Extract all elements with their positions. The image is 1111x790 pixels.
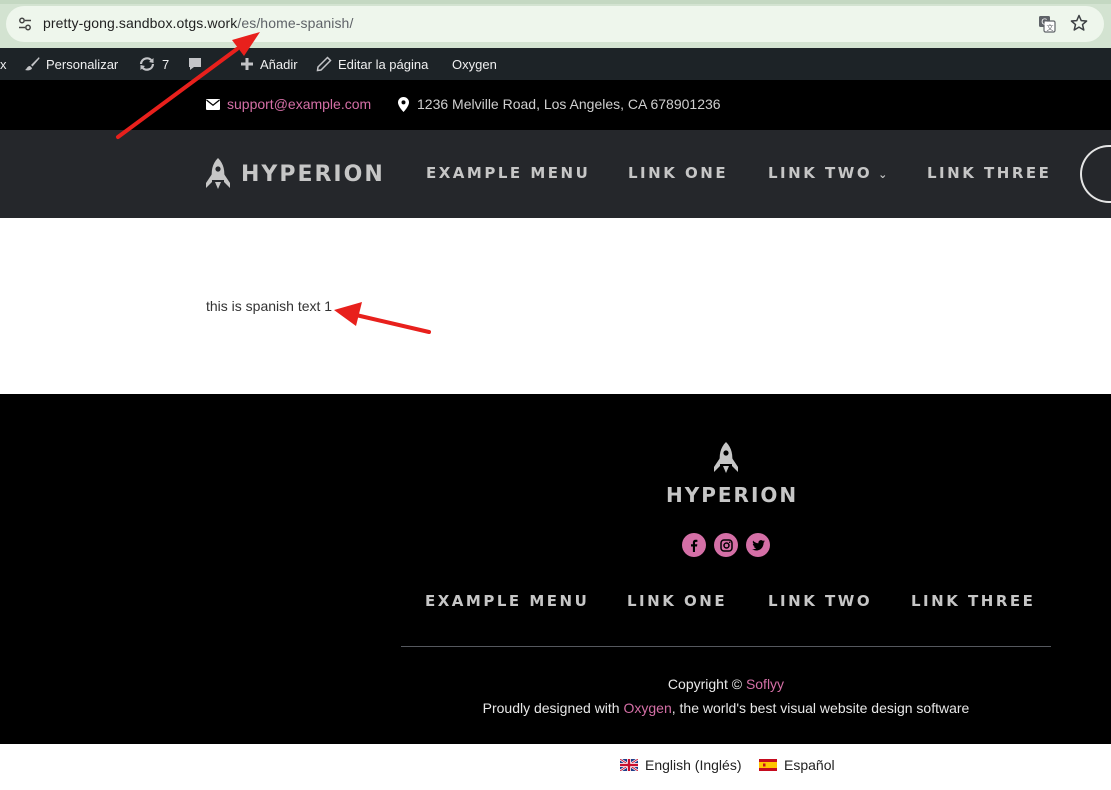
top-info-bar: support@example.com 1236 Melville Road, … xyxy=(0,80,1111,130)
contact-email: support@example.com xyxy=(206,96,371,112)
customize-label: Personalizar xyxy=(46,56,119,72)
browser-toolbar: pretty-gong.sandbox.otgs.work/es/home-sp… xyxy=(0,0,1111,48)
main-nav: EXAMPLE MENU LINK ONE LINK TWO ⌄ LINK THR… xyxy=(426,164,1051,182)
language-switcher: English (Inglés) Español xyxy=(0,744,1111,790)
english-label: English (Inglés) xyxy=(645,757,742,773)
soflyy-link[interactable]: Soflyy xyxy=(746,676,784,692)
footer-nav-link-three[interactable]: LINK THREE xyxy=(911,592,1035,610)
nav-link-two[interactable]: LINK TWO ⌄ xyxy=(768,164,927,182)
url-host: pretty-gong.sandbox.otgs.work xyxy=(43,15,238,31)
twitter-icon[interactable] xyxy=(746,533,770,557)
footer-nav-example-menu[interactable]: EXAMPLE MENU xyxy=(425,592,627,610)
updates-icon xyxy=(139,57,155,71)
chevron-down-icon: ⌄ xyxy=(878,168,888,181)
pencil-icon xyxy=(316,56,332,72)
add-new-menu-item[interactable]: Añadir xyxy=(240,48,298,80)
logo-text: HYPERION xyxy=(241,161,385,187)
nav-link-three[interactable]: LINK THREE xyxy=(927,164,1051,182)
bookmark-star-icon[interactable] xyxy=(1070,14,1088,32)
site-footer: HYPERION EXAMPLE MENU LINK ONE LINK TWO … xyxy=(0,394,1111,744)
copyright-prefix: Copyright © xyxy=(667,676,746,692)
email-link[interactable]: support@example.com xyxy=(227,96,371,112)
nav-example-menu[interactable]: EXAMPLE MENU xyxy=(426,164,628,182)
footer-nav-link-two[interactable]: LINK TWO xyxy=(768,592,911,610)
map-pin-icon xyxy=(398,96,409,112)
address-text: 1236 Melville Road, Los Angeles, CA 6789… xyxy=(417,96,721,112)
spanish-label: Español xyxy=(784,757,835,773)
address-bar[interactable]: pretty-gong.sandbox.otgs.work/es/home-sp… xyxy=(6,6,1104,42)
rocket-icon xyxy=(206,158,230,189)
site-header: HYPERION EXAMPLE MENU LINK ONE LINK TWO ⌄… xyxy=(0,130,1111,218)
language-spanish[interactable]: Español xyxy=(759,757,835,773)
footer-nav-link-one[interactable]: LINK ONE xyxy=(627,592,768,610)
envelope-icon xyxy=(206,98,220,110)
copyright-text: Copyright © Soflyy xyxy=(401,676,1051,692)
wp-admin-bar: x Personalizar 7 Añadir Editar la página… xyxy=(0,48,1111,80)
designed-with-text: Proudly designed with Oxygen, the world'… xyxy=(401,700,1051,716)
add-label: Añadir xyxy=(260,56,298,72)
designed-suffix: , the world's best visual website design… xyxy=(671,700,970,716)
svg-text:文: 文 xyxy=(1047,23,1054,32)
url-path: /es/home-spanish/ xyxy=(237,15,354,31)
updates-count: 7 xyxy=(162,56,170,72)
updates-menu-item[interactable]: 7 xyxy=(138,48,169,80)
footer-divider xyxy=(401,646,1051,647)
contact-address: 1236 Melville Road, Los Angeles, CA 6789… xyxy=(398,96,721,112)
header-cta-button[interactable] xyxy=(1080,145,1111,203)
edit-page-menu-item[interactable]: Editar la página xyxy=(316,48,428,80)
designed-prefix: Proudly designed with xyxy=(482,700,624,716)
social-icons xyxy=(682,533,770,557)
translate-icon[interactable]: G 文 xyxy=(1038,15,1056,33)
comment-icon xyxy=(189,58,201,70)
uk-flag-icon xyxy=(620,759,638,771)
admin-bar-partial-item[interactable]: x xyxy=(0,48,7,80)
tab-strip-edge xyxy=(0,0,1111,4)
page-content: this is spanish text 1 xyxy=(0,218,1111,394)
site-settings-icon[interactable] xyxy=(16,15,34,33)
url-text[interactable]: pretty-gong.sandbox.otgs.work/es/home-sp… xyxy=(43,15,353,31)
footer-rocket-icon xyxy=(714,442,738,473)
footer-logo-text: HYPERION xyxy=(666,483,799,507)
plus-icon xyxy=(241,58,253,70)
instagram-icon[interactable] xyxy=(714,533,738,557)
content-paragraph: this is spanish text 1 xyxy=(206,298,333,314)
oxygen-link[interactable]: Oxygen xyxy=(624,700,672,716)
edit-page-label: Editar la página xyxy=(338,56,429,72)
nav-link-one[interactable]: LINK ONE xyxy=(628,164,768,182)
oxygen-label: Oxygen xyxy=(452,56,497,72)
brush-icon xyxy=(25,57,40,71)
customize-menu-item[interactable]: Personalizar xyxy=(24,48,118,80)
admin-bar-partial-label: x xyxy=(0,56,7,72)
footer-nav: EXAMPLE MENU LINK ONE LINK TWO LINK THRE… xyxy=(425,592,1035,610)
nav-link-two-label: LINK TWO xyxy=(768,164,873,182)
spain-flag-icon xyxy=(759,759,777,771)
language-english[interactable]: English (Inglés) xyxy=(620,757,742,773)
site-logo[interactable]: HYPERION xyxy=(205,158,385,190)
comments-menu-item[interactable] xyxy=(187,48,203,80)
oxygen-menu-item[interactable]: Oxygen xyxy=(452,48,497,80)
footer-logo[interactable]: HYPERION xyxy=(666,442,799,507)
facebook-icon[interactable] xyxy=(682,533,706,557)
